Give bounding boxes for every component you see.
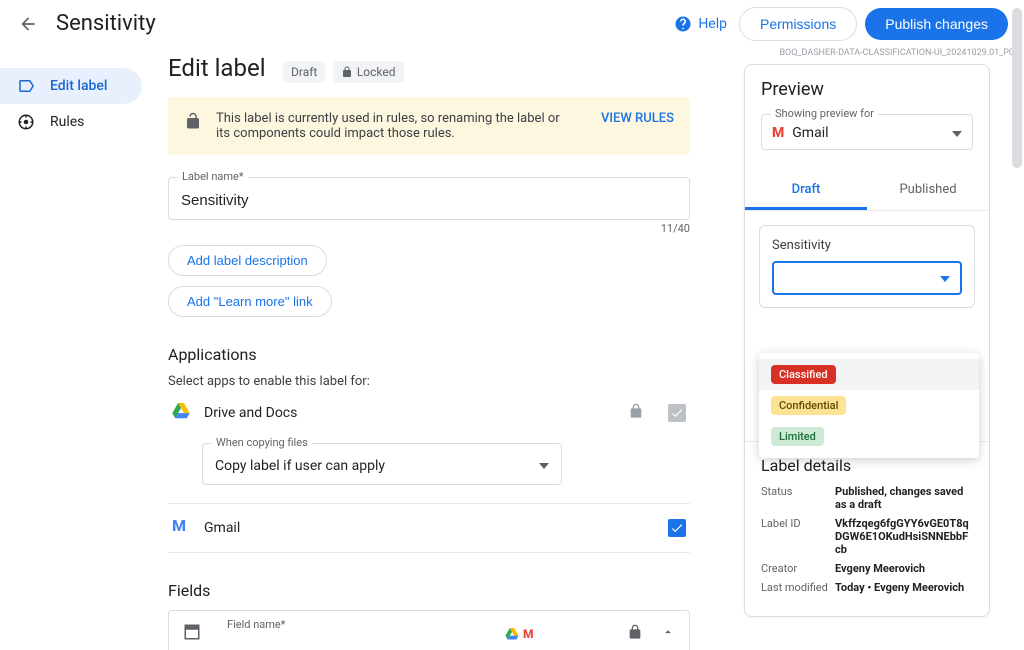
- gmail-checkbox[interactable]: [668, 519, 686, 537]
- banner-text: This label is currently used in rules, s…: [216, 111, 577, 141]
- char-count: 11/40: [168, 222, 690, 235]
- copy-select-value: Copy label if user can apply: [215, 458, 385, 474]
- detail-key: Creator: [761, 562, 835, 575]
- collapse-button[interactable]: [661, 625, 675, 643]
- detail-value: Vkffzqeg6fgGYY6vGE0T8qDGW6E1OKudHsiSNNEb…: [835, 517, 973, 556]
- preview-title: Preview: [761, 79, 973, 100]
- page-title: Sensitivity: [56, 11, 156, 36]
- chevron-up-icon: [661, 625, 675, 639]
- permissions-button[interactable]: Permissions: [739, 7, 857, 41]
- view-rules-link[interactable]: VIEW RULES: [601, 111, 674, 126]
- chevron-down-icon: [952, 125, 962, 141]
- help-icon: [674, 15, 692, 33]
- sidebar-item-label: Rules: [50, 114, 84, 130]
- tag-classified: Classified: [771, 365, 836, 384]
- draft-chip: Draft: [283, 61, 325, 83]
- publish-button[interactable]: Publish changes: [865, 8, 1008, 40]
- build-tag: BOQ_DASHER-DATA-CLASSIFICATION-UI_202410…: [779, 48, 1014, 58]
- app-name: Gmail: [204, 520, 668, 536]
- detail-value: Today • Evgeny Meerovich: [835, 581, 964, 594]
- detail-key: Status: [761, 485, 835, 511]
- sensitivity-dropdown-menu: Classified Confidential Limited: [759, 353, 979, 458]
- gmail-icon: M: [172, 518, 192, 538]
- edit-header: Edit label Draft Locked: [168, 54, 690, 83]
- preview-card-title: Sensitivity: [772, 238, 962, 253]
- topbar: Sensitivity Help Permissions Publish cha…: [0, 0, 1024, 48]
- app-row-drive: Drive and Docs: [168, 389, 690, 437]
- detail-value: Evgeny Meerovich: [835, 562, 925, 575]
- help-label: Help: [698, 16, 727, 32]
- field-name-label: Field name*: [223, 618, 289, 631]
- copy-select-wrap: When copying files Copy label if user ca…: [202, 443, 562, 485]
- gmail-icon: M: [523, 628, 534, 640]
- preview-select-value: Gmail: [792, 125, 828, 141]
- preview-tabs: Draft Published: [745, 172, 989, 211]
- edit-heading: Edit label: [168, 54, 266, 82]
- sensitivity-dropdown[interactable]: [772, 261, 962, 295]
- back-button[interactable]: [16, 12, 40, 36]
- dropdown-option-limited[interactable]: Limited: [759, 421, 979, 452]
- dropdown-option-classified[interactable]: Classified: [759, 359, 979, 390]
- dropdown-option-confidential[interactable]: Confidential: [759, 390, 979, 421]
- lock-icon: [628, 403, 644, 423]
- add-learn-more-button[interactable]: Add "Learn more" link: [168, 286, 332, 317]
- locked-chip: Locked: [333, 61, 404, 83]
- label-name-label: Label name*: [178, 170, 248, 183]
- preview-select-label: Showing preview for: [771, 107, 878, 120]
- detail-key: Label ID: [761, 517, 835, 556]
- lock-icon: [627, 624, 643, 644]
- drive-icon: [505, 628, 519, 640]
- rules-icon: [16, 112, 36, 132]
- field-apps-icons: M: [505, 628, 534, 640]
- app-row-gmail: M Gmail: [168, 504, 690, 553]
- lock-open-icon: [184, 112, 202, 134]
- scrollbar[interactable]: [1012, 8, 1022, 168]
- sidebar: Edit label Rules: [0, 48, 150, 650]
- copy-select[interactable]: Copy label if user can apply: [202, 443, 562, 485]
- detail-key: Last modified: [761, 581, 835, 594]
- field-type-icon: [183, 623, 201, 645]
- drive-checkbox: [668, 404, 686, 422]
- drive-icon: [172, 403, 192, 423]
- main-content: Edit label Draft Locked This label is cu…: [150, 48, 710, 650]
- tag-limited: Limited: [771, 427, 824, 446]
- preview-panel: Preview Showing preview for M Gmail Draf…: [744, 64, 990, 617]
- tag-confidential: Confidential: [771, 396, 846, 415]
- add-description-button[interactable]: Add label description: [168, 245, 327, 276]
- help-link[interactable]: Help: [674, 15, 727, 33]
- label-icon: [16, 76, 36, 96]
- preview-card: Sensitivity: [759, 225, 975, 308]
- fields-box: Field name* M: [168, 610, 690, 650]
- lock-icon: [341, 66, 353, 78]
- copy-select-label: When copying files: [212, 436, 312, 449]
- gmail-icon: M: [772, 126, 784, 140]
- sidebar-item-rules[interactable]: Rules: [0, 104, 142, 140]
- arrow-left-icon: [18, 14, 38, 34]
- label-name-input[interactable]: [168, 177, 690, 220]
- fields-heading: Fields: [168, 581, 690, 600]
- detail-value: Published, changes saved as a draft: [835, 485, 973, 511]
- sidebar-item-label: Edit label: [50, 78, 107, 94]
- tab-published[interactable]: Published: [867, 172, 989, 210]
- tab-draft[interactable]: Draft: [745, 172, 867, 210]
- label-name-field-wrap: Label name*: [168, 177, 690, 220]
- details-title: Label details: [761, 456, 973, 475]
- applications-subheading: Select apps to enable this label for:: [168, 374, 690, 389]
- applications-heading: Applications: [168, 345, 690, 364]
- chevron-down-icon: [940, 270, 950, 286]
- sidebar-item-edit-label[interactable]: Edit label: [0, 68, 142, 104]
- chevron-down-icon: [539, 463, 549, 469]
- label-details: Label details StatusPublished, changes s…: [745, 441, 989, 616]
- app-name: Drive and Docs: [204, 405, 628, 421]
- rules-warning-banner: This label is currently used in rules, s…: [168, 97, 690, 155]
